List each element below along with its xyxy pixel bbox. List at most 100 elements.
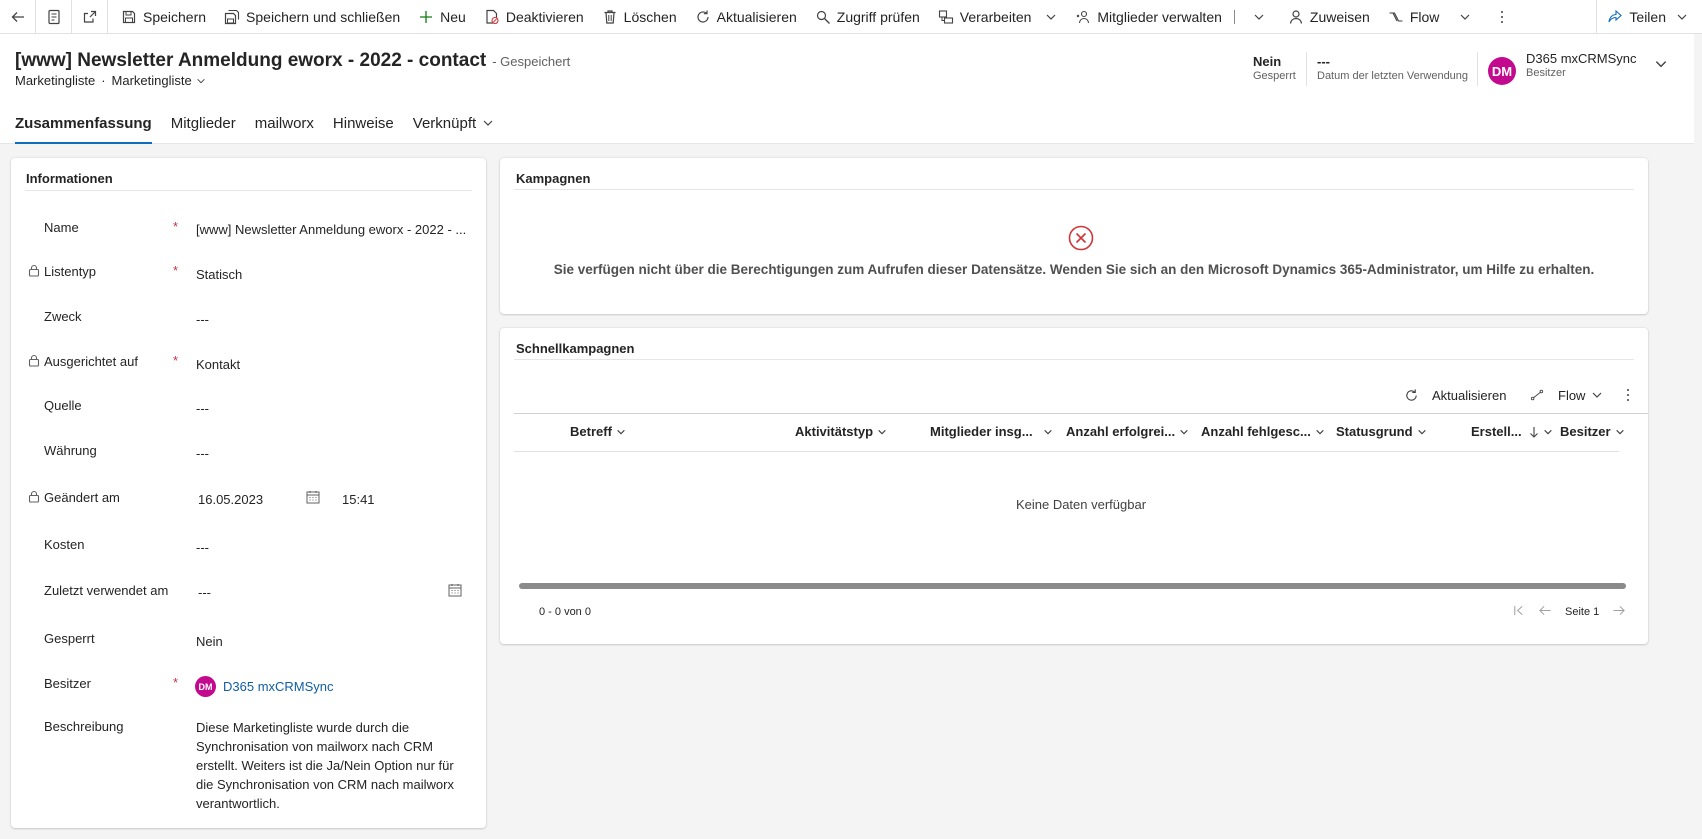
chevron-down-icon (1046, 14, 1056, 20)
tab-related-label: Verknüpft (412, 114, 477, 132)
column-header-failed-count[interactable]: Anzahl fehlgesc... (1201, 424, 1325, 439)
column-header-total-members[interactable]: Mitglieder insg... (930, 424, 1053, 439)
header-locked-value: Nein (1253, 54, 1282, 69)
currency-label: Währung (44, 443, 97, 458)
last-used-label: Zuletzt verwendet am (44, 583, 169, 598)
column-header-label: Erstell... (1471, 424, 1522, 439)
column-header-created-on[interactable]: Erstell... (1471, 424, 1553, 439)
refresh-icon (1406, 388, 1417, 401)
deactivate-button[interactable]: Deaktivieren (475, 0, 593, 34)
description-line: Synchronisation von mailworx nach CRM (196, 739, 433, 754)
check-access-button[interactable]: Zugriff prüfen (806, 0, 929, 34)
source-field[interactable]: --- (196, 401, 209, 416)
calendar-icon[interactable] (448, 583, 462, 597)
tab-members[interactable]: Mitglieder (171, 108, 236, 138)
calendar-icon[interactable] (306, 490, 320, 504)
share-button[interactable]: Teilen (1596, 0, 1702, 34)
record-view-button[interactable] (36, 0, 72, 34)
column-header-owner[interactable]: Besitzer (1560, 424, 1625, 439)
column-header-activity-type[interactable]: Aktivitätstyp (795, 424, 887, 439)
modified-date-field[interactable]: 16.05.2023 (198, 492, 263, 507)
share-label: Teilen (1629, 8, 1666, 25)
header-owner-label: Besitzer (1526, 67, 1566, 79)
open-new-window-button[interactable] (72, 0, 108, 34)
section-divider (514, 189, 1634, 190)
save-and-close-icon (224, 9, 240, 24)
description-field[interactable]: Diese Marketingliste wurde durch die Syn… (196, 718, 466, 813)
header-last-used-value: --- (1317, 54, 1330, 69)
more-vertical-icon[interactable] (1620, 387, 1636, 403)
list-type-field[interactable]: Statisch (196, 267, 242, 282)
cost-field[interactable]: --- (196, 540, 209, 555)
tab-mailworx[interactable]: mailworx (255, 108, 314, 138)
modified-time-field[interactable]: 15:41 (342, 492, 375, 507)
assign-label: Zuweisen (1309, 8, 1370, 25)
horizontal-scrollbar[interactable] (519, 583, 1626, 589)
last-used-field[interactable]: --- (198, 585, 211, 600)
save-status: - Gespeichert (492, 54, 571, 69)
record-count: 0 - 0 von 0 (539, 606, 591, 618)
chevron-down-icon (1593, 392, 1602, 398)
sort-descending-icon (1529, 426, 1538, 438)
column-header-successful-count[interactable]: Anzahl erfolgrei... (1066, 424, 1189, 439)
tab-notes-label: Hinweise (332, 114, 394, 132)
previous-page-icon[interactable] (1538, 604, 1552, 617)
process-label: Verarbeiten (959, 8, 1032, 25)
column-header-label: Anzahl fehlgesc... (1201, 424, 1311, 439)
list-type-label: Listentyp (44, 264, 97, 279)
purpose-field[interactable]: --- (196, 312, 209, 327)
back-arrow-icon (11, 11, 24, 22)
flow-button[interactable]: Flow (1379, 0, 1481, 34)
tab-notes[interactable]: Hinweise (333, 108, 394, 138)
more-commands-button[interactable] (1480, 0, 1524, 34)
tab-mailworx-label: mailworx (254, 114, 314, 132)
targeted-at-label: Ausgerichtet auf (44, 354, 138, 369)
refresh-button[interactable]: Aktualisieren (686, 0, 806, 34)
delete-button[interactable]: Löschen (593, 0, 686, 34)
description-line: erstellt. Weiters ist die Ja/Nein Option… (196, 758, 454, 773)
cost-label: Kosten (44, 537, 85, 552)
currency-field[interactable]: --- (196, 446, 209, 461)
lock-icon (28, 490, 40, 503)
lock-icon (28, 354, 40, 367)
name-field[interactable]: [www] Newsletter Anmeldung eworx - 2022 … (196, 222, 466, 237)
assign-button[interactable]: Zuweisen (1274, 0, 1379, 34)
tab-members-label: Mitglieder (170, 114, 236, 132)
locked-field[interactable]: Nein (196, 634, 223, 649)
save-button[interactable]: Speichern (108, 0, 215, 34)
targeted-at-field[interactable]: Kontakt (196, 357, 240, 372)
split-divider (1233, 9, 1235, 24)
chevron-down-icon (1460, 14, 1470, 20)
expand-header-chevron-icon[interactable] (1654, 57, 1668, 71)
description-line: die Synchronisation von CRM nach mailwor… (196, 777, 454, 792)
refresh-icon (697, 10, 709, 23)
manage-members-button[interactable]: Mitglieder verwalten (1066, 0, 1274, 34)
next-page-icon[interactable] (1612, 604, 1626, 617)
column-header-status-reason[interactable]: Statusgrund (1336, 424, 1427, 439)
form-selector[interactable]: Marketingliste (112, 73, 206, 88)
process-button[interactable]: Verarbeiten (929, 0, 1067, 34)
save-and-close-label: Speichern und schließen (246, 8, 401, 25)
tab-related[interactable]: Verknüpft (413, 108, 494, 138)
people-manage-icon (1077, 10, 1090, 23)
subgrid-refresh-button[interactable]: Aktualisieren (1404, 385, 1506, 405)
grid-header-top-border (514, 413, 1648, 414)
back-button[interactable] (0, 0, 36, 34)
flow-icon (1389, 11, 1403, 22)
lock-icon (28, 264, 40, 277)
subgrid-flow-button[interactable]: Flow (1530, 385, 1603, 405)
required-indicator: * (173, 353, 179, 368)
locked-label: Gesperrt (44, 631, 95, 646)
header-locked-field: Nein Gesperrt (1253, 54, 1296, 82)
column-header-subject[interactable]: Betreff (570, 424, 626, 439)
save-and-close-button[interactable]: Speichern und schließen (215, 0, 409, 34)
open-in-new-window-icon (83, 10, 96, 23)
new-button[interactable]: Neu (409, 0, 475, 34)
description-line: Diese Marketingliste wurde durch die (196, 720, 410, 735)
header-owner-link[interactable]: D365 mxCRMSync (1526, 51, 1637, 66)
tab-summary[interactable]: Zusammenfassung (15, 108, 152, 144)
chevron-down-icon (1543, 429, 1552, 434)
owner-field-link[interactable]: D365 mxCRMSync (223, 679, 334, 694)
first-page-icon[interactable] (1512, 604, 1525, 617)
owner-field-avatar: DM (195, 676, 216, 697)
